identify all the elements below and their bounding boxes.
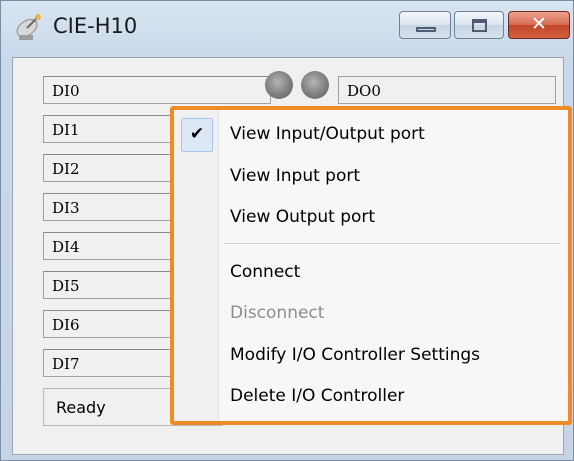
led-indicator	[301, 71, 329, 99]
menu-item-modify-io-controller-settings[interactable]: Modify I/O Controller Settings	[174, 339, 568, 373]
menu-item-label: Disconnect	[230, 303, 325, 323]
menu-item-label: Connect	[230, 262, 301, 282]
menu-item-label: Delete I/O Controller	[230, 386, 405, 406]
close-icon: ✕	[531, 13, 547, 35]
context-menu: ✔ View Input/Output port View Input port…	[170, 106, 572, 425]
output-port-do0: DO0	[338, 76, 556, 104]
menu-item-view-output-port[interactable]: View Output port	[174, 201, 568, 235]
title-bar[interactable]: CIE-H10 ✕	[1, 1, 574, 55]
menu-item-disconnect: Disconnect	[174, 297, 568, 331]
input-port-di0: DI0	[43, 76, 271, 104]
minimize-button[interactable]	[399, 11, 451, 39]
menu-item-label: Modify I/O Controller Settings	[230, 345, 481, 365]
menu-item-view-input-port[interactable]: View Input port	[174, 160, 568, 194]
menu-item-connect[interactable]: Connect	[174, 256, 568, 290]
menu-item-label: View Input/Output port	[230, 124, 425, 144]
checkmark-icon: ✔	[189, 124, 205, 144]
maximize-icon	[472, 19, 487, 32]
menu-separator	[224, 243, 560, 245]
status-text: Ready	[56, 398, 106, 417]
close-button[interactable]: ✕	[508, 11, 570, 39]
menu-item-delete-io-controller[interactable]: Delete I/O Controller	[174, 380, 568, 414]
checkmark-highlight: ✔	[181, 118, 213, 152]
menu-item-label: View Input port	[230, 166, 361, 186]
minimize-icon	[416, 27, 436, 32]
menu-item-view-input-output-port[interactable]: ✔ View Input/Output port	[174, 118, 568, 152]
window-title: CIE-H10	[53, 14, 138, 38]
menu-item-label: View Output port	[230, 207, 376, 227]
maximize-button[interactable]	[454, 11, 504, 39]
led-indicator	[265, 71, 293, 99]
satellite-dish-icon	[16, 14, 41, 40]
